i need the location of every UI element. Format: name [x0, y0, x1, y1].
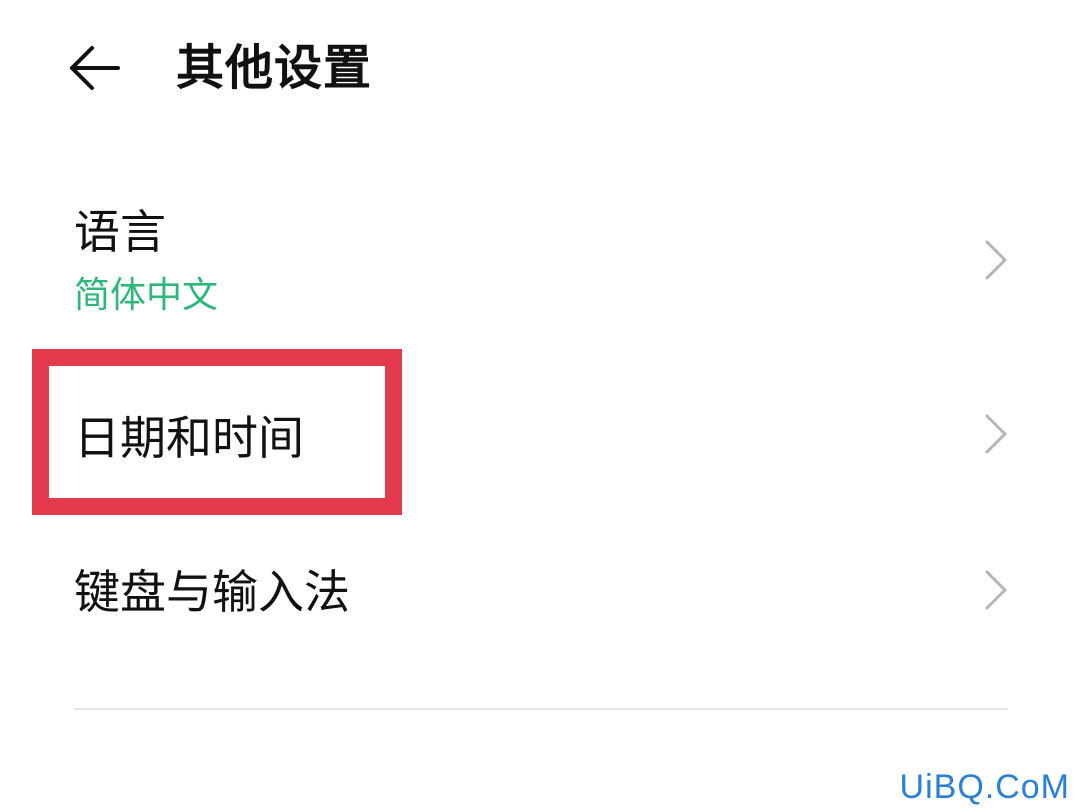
settings-item-label: 语言: [74, 205, 166, 259]
settings-item-label: 键盘与输入法: [74, 565, 350, 619]
page-title: 其他设置: [176, 40, 373, 96]
header-bar: 其他设置: [0, 0, 1080, 140]
settings-item-keyboard-input[interactable]: 键盘与输入法: [0, 520, 1080, 670]
settings-item-date-time[interactable]: 日期和时间: [0, 360, 1080, 510]
watermark-text: UiBQ.CoM: [899, 768, 1070, 806]
chevron-right-icon: [985, 570, 1007, 610]
settings-item-value: 简体中文: [74, 275, 219, 316]
settings-item-language[interactable]: 语言 简体中文: [0, 180, 1080, 340]
chevron-right-icon: [985, 240, 1007, 280]
back-button[interactable]: [62, 42, 124, 94]
settings-item-label: 日期和时间: [74, 411, 304, 465]
chevron-right-icon: [985, 414, 1007, 454]
arrow-left-icon: [70, 46, 120, 90]
divider: [74, 708, 1008, 710]
